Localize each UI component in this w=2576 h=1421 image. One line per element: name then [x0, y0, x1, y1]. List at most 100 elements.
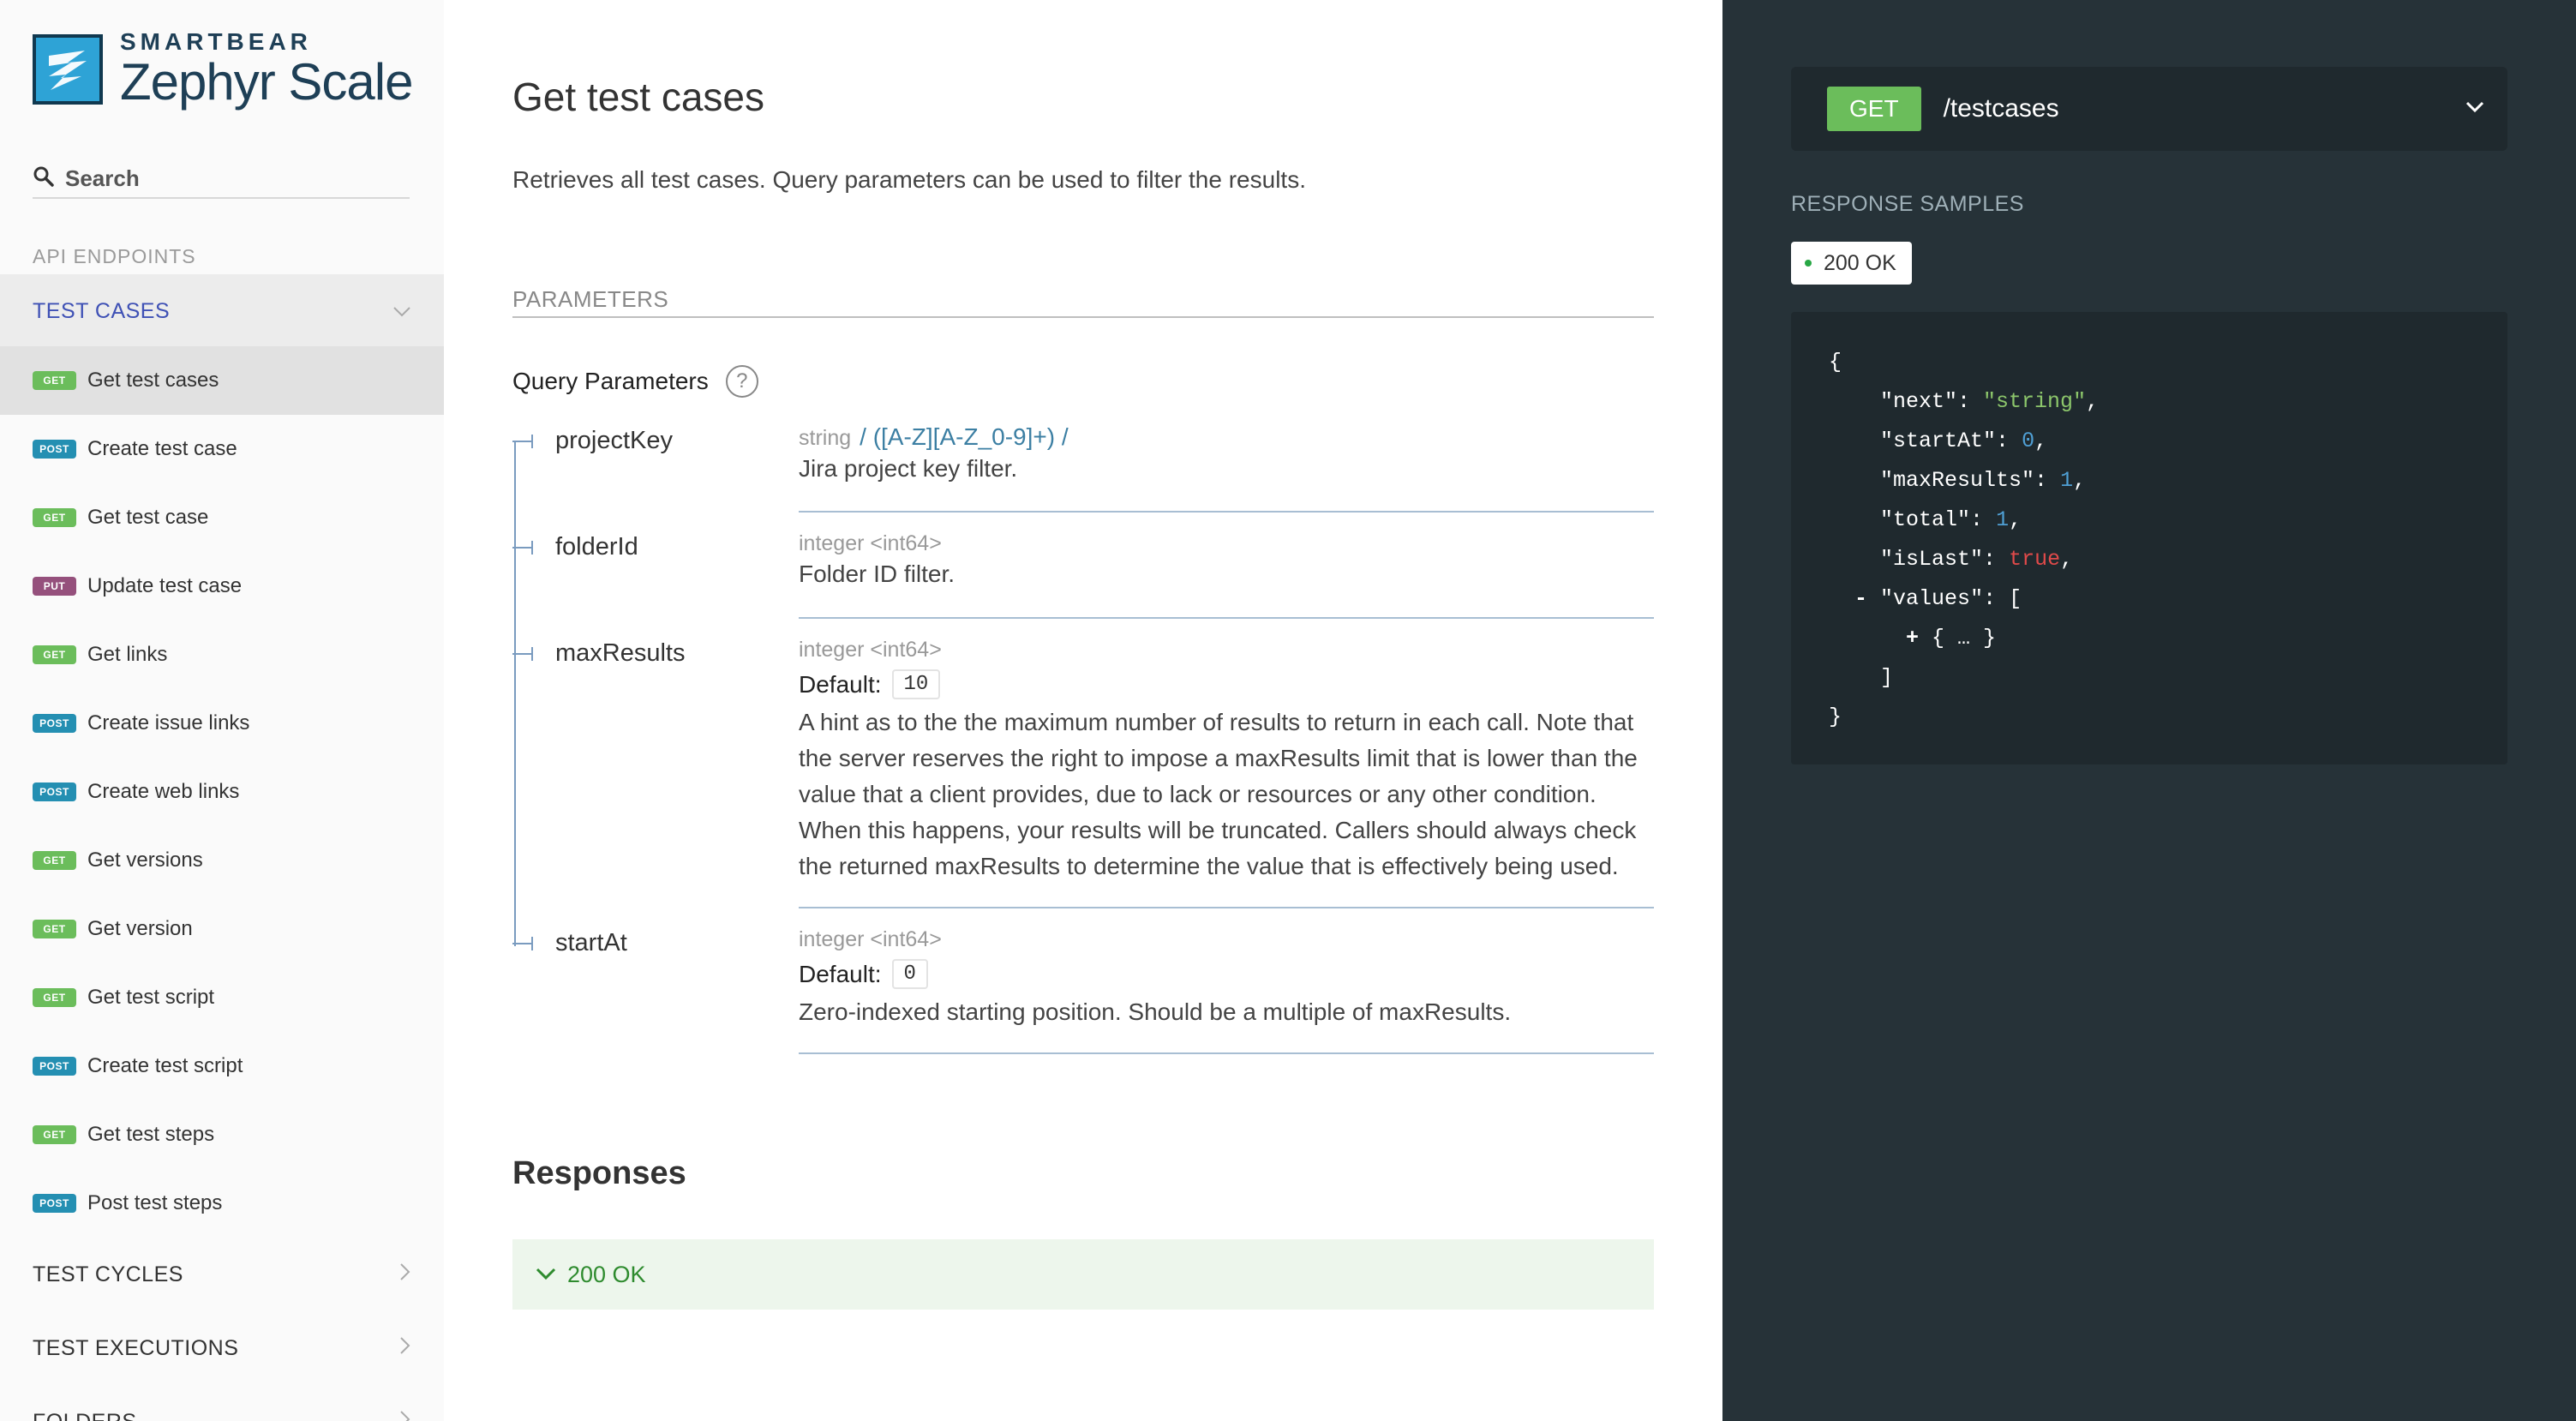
status-tab-200[interactable]: 200 OK	[1791, 242, 1912, 285]
sidebar-item-label: Get test cases	[87, 369, 219, 392]
param-name-folderid: folderId	[512, 533, 638, 561]
get-badge: GET	[33, 920, 76, 938]
page-description: Retrieves all test cases. Query paramete…	[512, 166, 1306, 193]
param-pattern: / ([A-Z][A-Z_0-9]+) /	[860, 423, 1069, 450]
param-description: Jira project key filter.	[799, 455, 1018, 482]
param-type: string	[799, 426, 852, 450]
code-line: - "values": [	[1854, 586, 2022, 611]
get-badge: GET	[33, 988, 76, 1007]
default-value: 10	[891, 669, 941, 699]
query-parameters-title: Query Parameters ?	[512, 365, 758, 398]
sidebar-item-label: Get links	[87, 643, 168, 666]
page-title: Get test cases	[512, 75, 765, 119]
sidebar-item-get-test-script[interactable]: GET Get test script	[0, 963, 444, 1032]
sidebar-item-label: Create test case	[87, 437, 237, 460]
param-name-maxresults: maxResults	[512, 639, 686, 668]
get-badge: GET	[33, 371, 76, 390]
sidebar-item-get-test-cases[interactable]: GET Get test cases	[0, 346, 444, 415]
endpoint-path: /testcases	[1943, 94, 2059, 123]
help-icon[interactable]: ?	[725, 365, 758, 398]
chevron-down-icon	[535, 1262, 567, 1288]
param-description: A hint as to the the maximum number of r…	[799, 709, 1638, 879]
post-badge: POST	[33, 714, 76, 733]
chevron-right-icon	[399, 1262, 411, 1287]
code-line: "maxResults": 1,	[1880, 468, 2087, 493]
post-badge: POST	[33, 1194, 76, 1213]
group-folders[interactable]: FOLDERS	[0, 1385, 444, 1421]
sidebar-item-create-test-script[interactable]: POST Create test script	[0, 1032, 444, 1100]
sidebar-item-label: Create web links	[87, 780, 240, 803]
search-input[interactable]	[65, 165, 391, 192]
sidebar-item-label: Post test steps	[87, 1191, 223, 1214]
param-default: Default: 0	[799, 959, 1654, 989]
tree-line	[514, 441, 516, 946]
query-parameters-label: Query Parameters	[512, 368, 709, 394]
sidebar-item-get-test-steps[interactable]: GET Get test steps	[0, 1100, 444, 1169]
code-line: "startAt": 0,	[1880, 429, 2048, 453]
chevron-down-icon	[2465, 100, 2485, 118]
put-badge: PUT	[33, 577, 76, 596]
response-200-label: 200 OK	[567, 1261, 646, 1287]
code-sample: { "next": "string", "startAt": 0, "maxRe…	[1791, 312, 2507, 764]
group-test-cases[interactable]: TEST CASES	[0, 274, 444, 348]
method-badge: GET	[1827, 87, 1921, 131]
post-badge: POST	[33, 782, 76, 801]
zephyr-logo-icon	[33, 34, 103, 105]
sidebar-item-label: Get versions	[87, 848, 203, 872]
get-badge: GET	[33, 1125, 76, 1144]
sidebar-item-get-version[interactable]: GET Get version	[0, 895, 444, 963]
sidebar-item-get-links[interactable]: GET Get links	[0, 621, 444, 689]
group-test-executions[interactable]: TEST EXECUTIONS	[0, 1311, 444, 1385]
responses-title: Responses	[512, 1155, 686, 1191]
sidebar-item-label: Create issue links	[87, 711, 250, 734]
endpoint-bar[interactable]: GET /testcases	[1791, 67, 2507, 151]
code-line: "isLast": true,	[1880, 547, 2074, 572]
brand-name: SMARTBEAR	[120, 28, 312, 55]
sidebar-item-get-versions[interactable]: GET Get versions	[0, 826, 444, 895]
search-box	[33, 159, 410, 199]
sidebar-item-label: Get test script	[87, 986, 215, 1009]
parameters-header: PARAMETERS	[512, 286, 1654, 318]
param-default: Default: 10	[799, 669, 1654, 699]
chevron-right-icon	[399, 1336, 411, 1361]
get-badge: GET	[33, 645, 76, 664]
code-line: ]	[1880, 665, 1894, 690]
sidebar-item-label: Get version	[87, 917, 193, 940]
default-value: 0	[891, 959, 928, 989]
sidebar-item-label: Get test steps	[87, 1123, 215, 1146]
sidebar-item-get-test-case[interactable]: GET Get test case	[0, 483, 444, 552]
group-label: FOLDERS	[33, 1410, 137, 1421]
status-tab-label: 200 OK	[1824, 250, 1896, 275]
param-detail-startat: integer <int64> Default: 0 Zero-indexed …	[799, 927, 1654, 1054]
param-description: Zero-indexed starting position. Should b…	[799, 998, 1512, 1025]
chevron-right-icon	[399, 1410, 411, 1421]
param-detail-projectkey: string / ([A-Z][A-Z_0-9]+) / Jira project…	[799, 423, 1654, 513]
search-icon	[33, 165, 55, 192]
group-test-cycles[interactable]: TEST CYCLES	[0, 1238, 444, 1311]
code-line: {	[1829, 350, 1842, 375]
sidebar-item-create-issue-links[interactable]: POST Create issue links	[0, 689, 444, 758]
sidebar: SMARTBEAR Zephyr Scale API ENDPOINTS TES…	[0, 0, 444, 1421]
sidebar-item-create-web-links[interactable]: POST Create web links	[0, 758, 444, 826]
chevron-down-icon	[392, 299, 411, 324]
get-badge: GET	[33, 508, 76, 527]
param-type: integer <int64>	[799, 531, 942, 555]
logo[interactable]: SMARTBEAR Zephyr Scale	[33, 29, 413, 110]
sidebar-item-create-test-case[interactable]: POST Create test case	[0, 415, 444, 483]
product-name: Zephyr Scale	[120, 53, 413, 111]
param-type: integer <int64>	[799, 927, 942, 951]
code-line: + { … }	[1906, 626, 1997, 651]
post-badge: POST	[33, 440, 76, 459]
code-line: }	[1829, 705, 1842, 729]
status-dot-icon	[1805, 260, 1812, 267]
group-label: TEST CASES	[33, 298, 171, 323]
sidebar-item-label: Update test case	[87, 574, 243, 597]
collapse-toggle[interactable]: -	[1854, 586, 1867, 611]
code-line: "total": 1,	[1880, 507, 2022, 532]
get-badge: GET	[33, 851, 76, 870]
param-name-projectkey: projectKey	[512, 427, 673, 455]
expand-toggle[interactable]: +	[1906, 626, 1919, 651]
sidebar-item-update-test-case[interactable]: PUT Update test case	[0, 552, 444, 621]
sidebar-item-post-test-steps[interactable]: POST Post test steps	[0, 1169, 444, 1238]
response-200-toggle[interactable]: 200 OK	[512, 1239, 1654, 1310]
